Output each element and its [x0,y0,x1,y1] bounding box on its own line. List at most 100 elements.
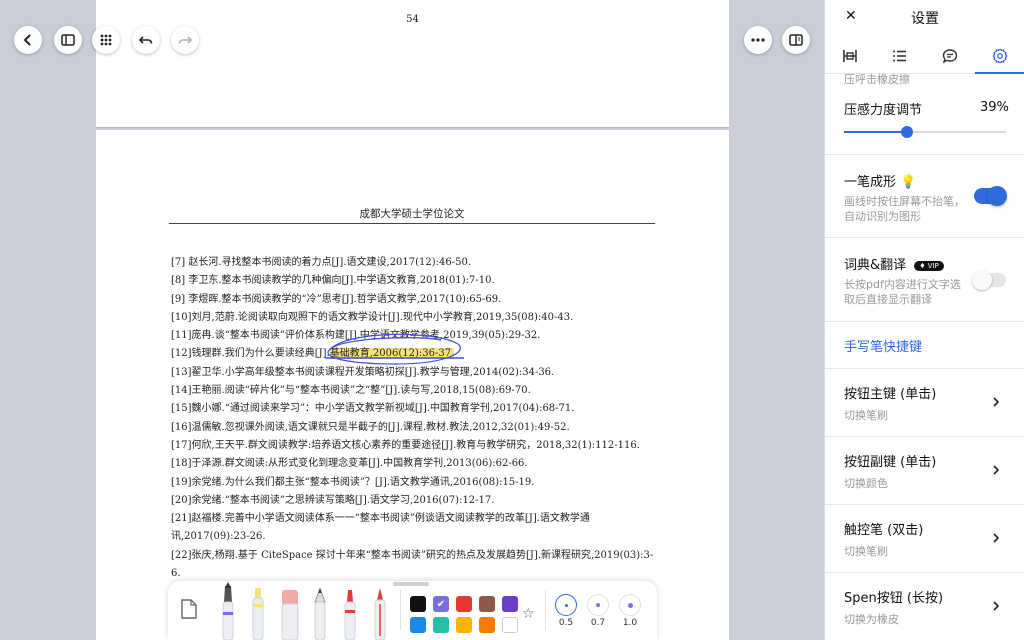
more-options-button[interactable] [744,26,772,54]
color-swatch-white[interactable] [502,617,518,633]
shortcut-row-spen[interactable]: Spen按钮 (长按) 切换为橡皮 [825,573,1024,639]
reference-item: [14]王艳丽.阅读“碎片化”与“整本书阅读”之“整”[J].读与写,2018,… [171,385,531,397]
color-swatch-yellow[interactable] [456,617,472,633]
current-page[interactable]: 成都大学硕士学位论文 [7] 赵长河.寻找整本书阅读的着力点[J].语文建设,2… [96,130,729,640]
reference-item-highlighted[interactable]: [12]钱理群.我们为什么要读经典[J].基础教育,2006(12):36-37… [171,345,659,363]
ballpoint-pen-icon[interactable] [370,588,390,640]
tab-settings[interactable] [975,38,1024,74]
chevron-right-icon [993,465,1000,475]
toolbar-drag-handle[interactable] [393,582,429,586]
grid-icon [100,34,112,46]
dictionary-toggle[interactable] [972,270,1006,290]
shortcut-row-double-tap[interactable]: 触控笔 (双击) 切换笔刷 [825,505,1024,571]
favorite-star-icon[interactable]: ☆ [522,606,535,622]
settings-panel: 设置 ✕ 压呼击橡皮擦 压感力度调节 39% 一笔成形 💡 画线时按住屏幕不抬笔… [824,0,1024,640]
reference-item: [18]于泽源.群文阅读:从形式变化到理念变革[J].中国教育学刊,2013(0… [171,458,528,470]
dictionary-title: 词典&翻译 [844,258,907,273]
chevron-right-icon [993,601,1000,611]
shortcut-subtitle: 切换笔刷 [844,409,888,422]
sidebar-icon [61,34,75,46]
eraser-icon[interactable] [278,588,302,640]
reference-item: [21]赵福楼.完善中小学语文阅读体系一一“整本书阅读”例谈语文阅读教学的改革[… [171,513,590,543]
reading-mode-button[interactable] [782,26,810,54]
document-viewer[interactable]: 54 成都大学硕士学位论文 [7] 赵长河.寻找整本书阅读的着力点[J].语文建… [0,0,824,640]
previous-page: 54 [96,0,729,128]
reference-text: [12]钱理群.我们为什么要读经典[J]. [171,348,330,360]
back-button[interactable] [14,26,42,54]
shortcut-title: 按钮副键 (单击) [844,455,937,470]
chevron-left-icon [23,34,31,46]
grid-view-button[interactable] [92,26,120,54]
one-stroke-toggle[interactable] [974,186,1007,206]
color-swatch-blue[interactable] [410,617,426,633]
pressure-slider[interactable] [844,126,1006,138]
page-number: 54 [406,14,419,25]
check-icon: ✔ [436,598,446,610]
undo-button[interactable] [132,26,160,54]
color-swatch-purple[interactable] [502,596,518,612]
shortcut-title: 按钮主键 (单击) [844,387,937,402]
undo-icon [138,36,153,44]
sidebar-toggle-button[interactable] [54,26,82,54]
layout-icon [843,50,857,62]
fountain-pen-icon[interactable] [218,582,238,640]
color-swatch-orange[interactable] [479,617,495,633]
redo-button[interactable] [171,26,199,54]
toggle-knob [972,270,992,290]
shortcut-title: 触控笔 (双击) [844,523,924,538]
stroke-size-label: 0.7 [590,618,606,628]
reference-item: [9] 李煜晖.整本书阅读教学的“冷”思考[J].哲学语文教学,2017(10)… [171,293,502,305]
page-template-icon[interactable] [178,598,200,620]
one-stroke-label: 一笔成形 💡 [844,171,916,190]
diamond-icon: ♦ [919,261,926,270]
more-horizontal-icon [751,38,765,42]
one-stroke-title: 一笔成形 [844,175,897,190]
highlighter-icon[interactable] [248,588,268,640]
pencil-icon[interactable] [310,588,330,640]
reference-item: [20]余党绪.“整本书阅读”之思辨读写策略[J].语文学习,2016(07):… [171,494,495,506]
toolbar-divider [400,590,401,630]
marker-pen-icon[interactable] [340,588,360,640]
shortcut-row-primary[interactable]: 按钮主键 (单击) 切换笔刷 [825,369,1024,435]
shortcut-subtitle: 切换笔刷 [844,545,888,558]
divider [825,237,1024,238]
color-swatch-selected[interactable]: ✔ [433,596,449,612]
stroke-size-option-selected[interactable] [555,594,577,616]
tab-comments[interactable] [925,38,975,74]
toolbar-divider [545,590,546,630]
vip-badge-text: VIP [927,261,939,270]
reference-item: [10]刘月,范蔚.论阅读取向观照下的语文教学设计[J].现代中小学教育,201… [171,311,574,323]
panel-header: 设置 ✕ [825,0,1024,36]
reference-item: [8] 李卫东.整本书阅读教学的几种偏向[J].中学语文教育,2018(01):… [171,275,495,287]
reference-item: [13]翟卫华.小学高年级整本书阅读课程开发策略初探[J].教学与管理,2014… [171,366,555,378]
stroke-size-option[interactable] [587,594,609,616]
active-tab-indicator [975,72,1024,74]
gear-icon [992,48,1008,64]
reference-item: [16]温儒敏.忽视课外阅读,语文课就只是半截子的[J].课程.教材.教法,20… [171,421,570,433]
panel-tabs [825,38,1024,74]
highlight-annotation[interactable]: 基础教育,2006(12):36-37. [329,348,455,360]
shortcut-row-secondary[interactable]: 按钮副键 (单击) 切换颜色 [825,437,1024,503]
color-swatch-black[interactable] [410,596,426,612]
dot-icon [596,603,600,607]
one-stroke-description: 画线时按住屏幕不抬笔，自动识别为图形 [844,195,965,223]
pressure-label: 压感力度调节 [844,103,923,118]
close-icon[interactable]: ✕ [845,8,857,24]
slider-fill [844,131,908,133]
color-swatch-brown[interactable] [479,596,495,612]
lightbulb-icon: 💡 [900,175,917,190]
redo-icon [178,36,193,44]
book-icon [789,34,803,46]
stroke-size-option[interactable] [619,594,641,616]
reference-item: [17]何欣,王天平.群文阅读教学:培养语文核心素养的重要途径[J].教育与教学… [171,439,640,451]
tab-outline[interactable] [875,38,925,74]
color-swatch-red[interactable] [456,596,472,612]
stroke-size-label: 1.0 [622,618,638,628]
tab-layout[interactable] [825,38,875,74]
color-swatch-teal[interactable] [433,617,449,633]
dot-icon [627,602,633,608]
shortcuts-section-title: 手写笔快捷键 [844,340,923,355]
shortcut-subtitle: 切换为橡皮 [844,613,899,626]
slider-thumb[interactable] [901,126,914,138]
divider [825,321,1024,322]
